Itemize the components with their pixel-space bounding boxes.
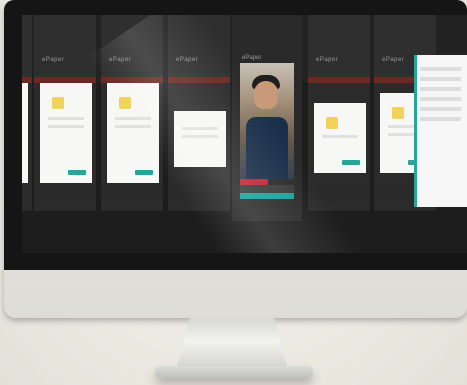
tile-phone-screen bbox=[107, 83, 159, 183]
monitor-stand-neck bbox=[176, 318, 288, 370]
text-line bbox=[48, 125, 84, 128]
panel-row bbox=[420, 97, 461, 101]
document-icon bbox=[119, 97, 131, 109]
text-line bbox=[182, 127, 218, 130]
panel-row bbox=[420, 107, 461, 111]
screen: ePaper ePaper ePaper ePaper ePaper ePape… bbox=[22, 15, 467, 253]
tile-primary-button[interactable] bbox=[68, 170, 86, 175]
panel-row bbox=[420, 67, 461, 71]
tile-phone-screen bbox=[40, 83, 92, 183]
tile-top bbox=[34, 15, 96, 83]
face-shape bbox=[254, 81, 278, 109]
screen-tile-featured[interactable]: ePaper bbox=[232, 15, 302, 221]
tile-top bbox=[22, 15, 32, 83]
tile-primary-button[interactable] bbox=[342, 160, 360, 165]
tile-footer bbox=[101, 183, 163, 201]
tile-title: ePaper bbox=[242, 55, 262, 61]
text-line bbox=[182, 135, 218, 138]
shirt-shape bbox=[246, 117, 288, 179]
monitor-stand-base bbox=[155, 366, 313, 378]
tile-title: ePaper bbox=[42, 57, 65, 63]
screen-tile-3[interactable]: ePaper bbox=[168, 15, 230, 211]
monitor-bezel: ePaper ePaper ePaper ePaper ePaper ePape… bbox=[4, 0, 467, 270]
tile-footer bbox=[308, 183, 370, 201]
tile-primary-button[interactable] bbox=[135, 170, 153, 175]
tile-red-bar bbox=[168, 77, 230, 83]
tile-title: ePaper bbox=[382, 57, 405, 63]
tile-top bbox=[308, 15, 370, 83]
panel-row bbox=[420, 87, 461, 91]
tile-top bbox=[101, 15, 163, 83]
panel-accent bbox=[414, 55, 417, 207]
tile-phone-screen bbox=[314, 103, 366, 173]
screen-tile-edge-left bbox=[22, 15, 32, 211]
document-icon bbox=[52, 97, 64, 109]
text-line bbox=[322, 135, 358, 138]
tile-title: ePaper bbox=[109, 57, 132, 63]
panel-row bbox=[420, 117, 461, 121]
meta-strip bbox=[240, 185, 294, 193]
profile-photo bbox=[240, 63, 294, 179]
tile-footer bbox=[34, 183, 96, 201]
document-icon bbox=[326, 117, 338, 129]
tile-red-bar bbox=[308, 77, 370, 83]
panel-row bbox=[420, 77, 461, 81]
tile-phone-screen bbox=[174, 111, 226, 167]
screen-tile-2[interactable]: ePaper bbox=[101, 15, 163, 211]
tile-title: ePaper bbox=[316, 57, 339, 63]
tile-footer bbox=[168, 183, 230, 201]
tile-title: ePaper bbox=[176, 57, 199, 63]
screen-tile-4[interactable]: ePaper bbox=[308, 15, 370, 211]
tile-phone-screen bbox=[22, 83, 28, 183]
screen-tile-6[interactable] bbox=[414, 55, 467, 207]
document-icon bbox=[392, 107, 404, 119]
text-line bbox=[48, 117, 84, 120]
text-line bbox=[115, 117, 151, 120]
imac-monitor: ePaper ePaper ePaper ePaper ePaper ePape… bbox=[4, 0, 467, 318]
text-line bbox=[115, 125, 151, 128]
teal-strip bbox=[240, 193, 294, 199]
screen-tile-1[interactable]: ePaper bbox=[34, 15, 96, 211]
tile-top bbox=[168, 15, 230, 83]
